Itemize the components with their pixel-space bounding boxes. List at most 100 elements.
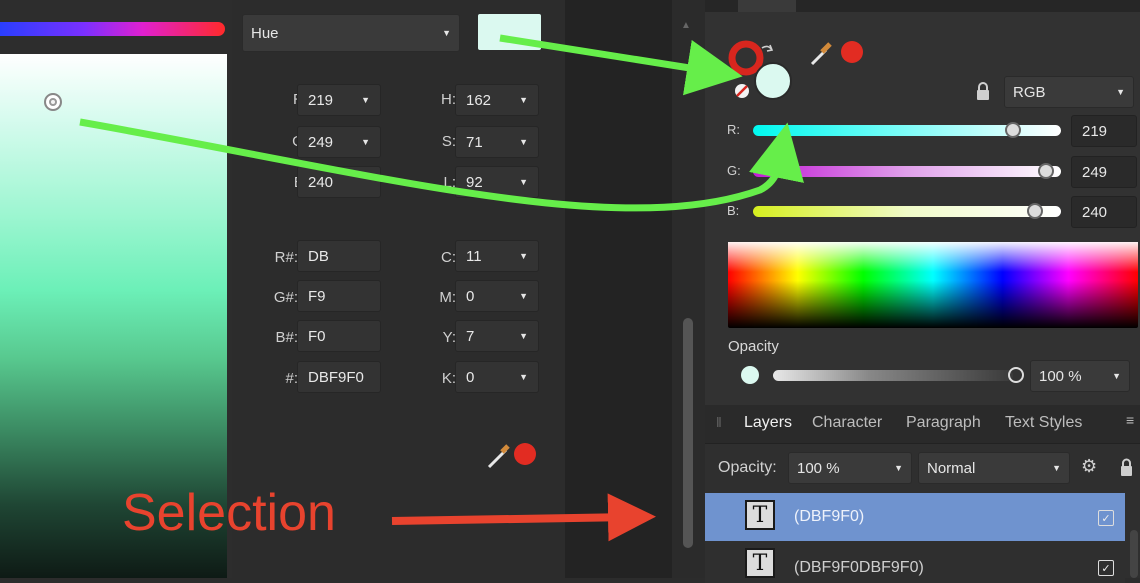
blend-mode-value: Normal bbox=[927, 459, 976, 477]
r-hex-value: DB bbox=[308, 247, 329, 265]
l-value: 92 bbox=[466, 173, 483, 191]
chevron-down-icon: ▼ bbox=[519, 372, 528, 382]
tab-text-styles[interactable]: Text Styles bbox=[1005, 414, 1082, 432]
b-slider[interactable] bbox=[753, 206, 1061, 217]
chevron-down-icon: ▼ bbox=[519, 291, 528, 301]
grip-icon[interactable]: ‖ bbox=[716, 414, 722, 430]
s-label: S: bbox=[441, 133, 456, 150]
b-field[interactable]: 240 bbox=[297, 166, 381, 198]
eyedropper-icon bbox=[810, 41, 863, 66]
selection-annotation-label: Selection bbox=[122, 484, 336, 542]
color-spectrum-highlight bbox=[728, 242, 1138, 272]
y-field[interactable]: 7 ▼ bbox=[455, 320, 539, 352]
hue-slider[interactable] bbox=[0, 22, 225, 36]
s-field[interactable]: 71 ▼ bbox=[455, 126, 539, 158]
opacity-value: 100 % bbox=[1039, 367, 1082, 385]
layer-lock-icon[interactable] bbox=[1118, 456, 1136, 478]
opacity-slider[interactable] bbox=[773, 370, 1013, 381]
k-label: K: bbox=[441, 370, 456, 387]
c-label: C: bbox=[441, 249, 456, 266]
text-layer-icon: T bbox=[745, 548, 775, 578]
chevron-down-icon: ▼ bbox=[1052, 463, 1061, 473]
k-field[interactable]: 0 ▼ bbox=[455, 361, 539, 393]
b-slider-label: B: bbox=[727, 203, 740, 218]
r-field[interactable]: 219 ▼ bbox=[297, 84, 381, 116]
b-value: 240 bbox=[308, 173, 334, 191]
c-value: 11 bbox=[466, 247, 482, 265]
m-value: 0 bbox=[466, 287, 475, 305]
chevron-down-icon: ▼ bbox=[519, 137, 528, 147]
eyedropper-button[interactable] bbox=[486, 440, 542, 470]
scrollbar-thumb[interactable] bbox=[683, 318, 693, 548]
current-color-swatch[interactable] bbox=[478, 14, 541, 50]
g-slider-knob[interactable] bbox=[1038, 163, 1054, 179]
layer-visible-checkbox[interactable]: ✓ bbox=[1098, 560, 1114, 576]
b-slider-field[interactable]: 240 bbox=[1071, 196, 1137, 228]
y-value: 7 bbox=[466, 327, 475, 345]
b-slider-knob[interactable] bbox=[1027, 203, 1043, 219]
picker-mode-dropdown[interactable]: Hue ▼ bbox=[242, 14, 460, 52]
chevron-down-icon: ▼ bbox=[1112, 371, 1121, 381]
g-slider-label: G: bbox=[727, 163, 741, 178]
g-value: 249 bbox=[308, 133, 334, 151]
h-value: 162 bbox=[466, 91, 492, 109]
r-slider-knob[interactable] bbox=[1005, 122, 1021, 138]
hex-value: DBF9F0 bbox=[308, 368, 364, 386]
r-hex-label: R#: bbox=[274, 249, 298, 266]
r-slider-label: R: bbox=[727, 122, 740, 137]
opacity-slider-knob[interactable] bbox=[1008, 367, 1024, 383]
g-hex-field[interactable]: F9 bbox=[297, 280, 381, 312]
color-model-value: RGB bbox=[1013, 83, 1046, 101]
chevron-down-icon: ▼ bbox=[1116, 87, 1125, 97]
l-label: L: bbox=[443, 174, 456, 191]
g-hex-label: G#: bbox=[273, 289, 298, 306]
m-field[interactable]: 0 ▼ bbox=[455, 280, 539, 312]
g-hex-value: F9 bbox=[308, 287, 326, 305]
c-field[interactable]: 11 ▼ bbox=[455, 240, 539, 272]
g-slider[interactable] bbox=[753, 166, 1061, 177]
r-slider-value: 219 bbox=[1082, 122, 1108, 140]
tab-layers[interactable]: Layers bbox=[744, 414, 792, 432]
layer-opacity-label: Opacity: bbox=[718, 459, 777, 476]
chevron-down-icon: ▼ bbox=[519, 95, 528, 105]
panel-eyedropper-button[interactable] bbox=[808, 36, 868, 68]
r-hex-field[interactable]: DB bbox=[297, 240, 381, 272]
g-field[interactable]: 249 ▼ bbox=[297, 126, 381, 158]
chevron-down-icon: ▼ bbox=[361, 137, 370, 147]
b-hex-field[interactable]: F0 bbox=[297, 320, 381, 352]
h-field[interactable]: 162 ▼ bbox=[455, 84, 539, 116]
opacity-dropdown[interactable]: 100 % ▼ bbox=[1030, 360, 1130, 392]
l-field[interactable]: 92 ▼ bbox=[455, 166, 539, 198]
k-value: 0 bbox=[466, 368, 475, 386]
tab-paragraph[interactable]: Paragraph bbox=[906, 414, 981, 432]
color-tab-active[interactable] bbox=[738, 0, 796, 12]
b-slider-value: 240 bbox=[1082, 203, 1108, 221]
layers-scrollbar[interactable] bbox=[1130, 530, 1138, 578]
layer-visible-checkbox[interactable]: ✓ bbox=[1098, 510, 1114, 526]
b-hex-label: B#: bbox=[275, 329, 298, 346]
picker-handle[interactable] bbox=[44, 93, 62, 111]
color-model-dropdown[interactable]: RGB ▼ bbox=[1004, 76, 1134, 108]
b-hex-value: F0 bbox=[308, 327, 326, 345]
blend-mode-dropdown[interactable]: Normal ▼ bbox=[918, 452, 1070, 484]
lock-icon[interactable] bbox=[972, 80, 994, 102]
picker-mode-value: Hue bbox=[251, 24, 279, 42]
opacity-color-dot bbox=[741, 366, 759, 384]
menu-icon[interactable]: ≡ bbox=[1126, 412, 1134, 428]
m-label: M: bbox=[439, 289, 456, 306]
chevron-down-icon: ▼ bbox=[519, 251, 528, 261]
scroll-up-icon[interactable]: ▲ bbox=[681, 20, 691, 31]
opacity-label: Opacity bbox=[728, 338, 779, 355]
layer-name: (DBF9F0) bbox=[794, 508, 865, 525]
layer-name: (DBF9F0DBF9F0) bbox=[794, 559, 924, 576]
gear-icon[interactable]: ⚙ bbox=[1081, 456, 1097, 477]
g-slider-field[interactable]: 249 bbox=[1071, 156, 1137, 188]
chevron-down-icon: ▼ bbox=[519, 177, 528, 187]
layer-opacity-dropdown[interactable]: 100 % ▼ bbox=[788, 452, 912, 484]
eyedropper-icon bbox=[487, 443, 536, 469]
r-slider-field[interactable]: 219 bbox=[1071, 115, 1137, 147]
r-value: 219 bbox=[308, 91, 334, 109]
panel-divider bbox=[565, 0, 672, 578]
tab-character[interactable]: Character bbox=[812, 414, 882, 432]
hex-field[interactable]: DBF9F0 bbox=[297, 361, 381, 393]
